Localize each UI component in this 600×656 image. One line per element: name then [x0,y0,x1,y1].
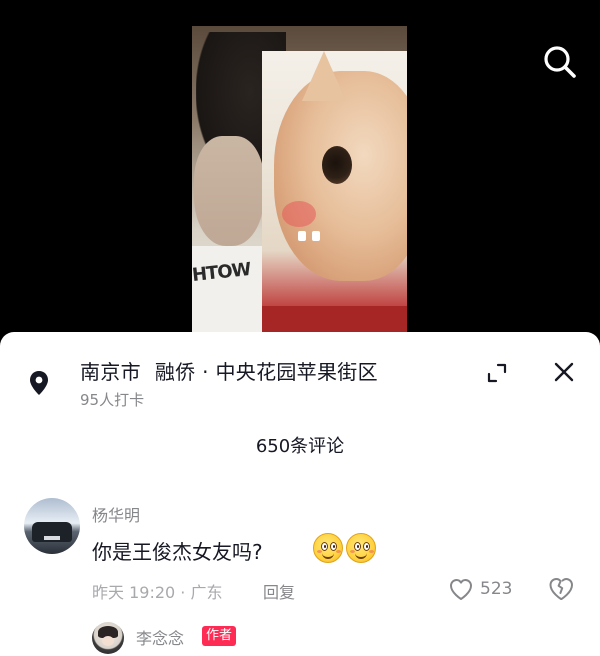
close-button[interactable] [552,360,576,384]
cat-ear [302,51,346,101]
heart-icon [450,579,472,600]
cat-eye [322,146,352,184]
search-button[interactable] [540,42,580,82]
cat-photo [262,51,407,336]
like-button[interactable]: 523 [448,576,512,602]
location-title[interactable]: 南京市 融侨 · 中央花园苹果街区 [80,356,378,385]
location-city: 南京市 [80,360,141,384]
smiling-face-emoji [346,533,376,563]
expand-button[interactable] [486,362,508,384]
location-pin-icon [30,371,48,395]
cat-teeth-sticker [298,231,324,241]
commenter-avatar[interactable] [24,498,80,554]
person-face [194,136,264,246]
comment-text[interactable]: 你是王俊杰女友吗? [92,536,263,565]
location-checkins: 95人打卡 [80,391,145,409]
reply-button[interactable]: 回复 [263,579,295,603]
location-place: 融侨 · 中央花园苹果街区 [154,360,378,384]
avatar-plate [44,536,60,540]
comment-time-location: 昨天 19:20 · 广东 [92,583,223,602]
video-frame: HTOW [192,26,407,340]
dislike-button[interactable] [547,576,575,602]
smiling-face-emoji [313,533,343,563]
broken-heart-icon [549,578,573,600]
search-icon [544,46,576,78]
author-avatar[interactable] [92,622,124,654]
author-username[interactable]: 李念念 [136,625,184,649]
commenter-username[interactable]: 杨华明 [92,502,140,526]
comment-sheet: 南京市 融侨 · 中央花园苹果街区 95人打卡 650条评论 杨华明 你是王俊杰女… [0,332,600,656]
author-badge: 作者 [202,626,237,646]
expand-icon [487,363,507,383]
close-icon [554,362,574,382]
comment-count: 650条评论 [255,436,345,457]
like-count: 523 [480,579,513,599]
cat-cheek-sticker [282,201,316,227]
video-player[interactable]: HTOW [0,0,600,340]
